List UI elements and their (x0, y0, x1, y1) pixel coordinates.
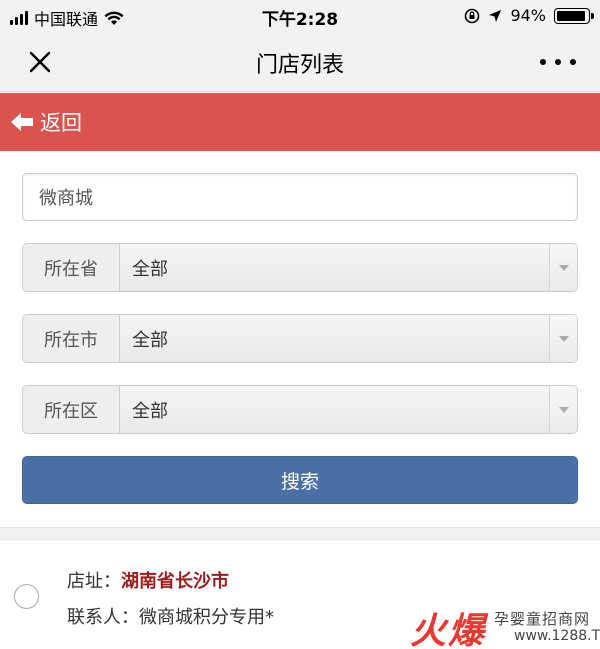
district-selected-value: 全部 (132, 400, 168, 422)
arrow-left-icon (11, 113, 33, 131)
store-contact: 微商城积分专用* (139, 607, 274, 628)
store-address-line: 店址：湖南省长沙市 (67, 567, 229, 593)
store-address: 湖南省长沙市 (121, 571, 229, 592)
more-icon[interactable] (540, 50, 576, 74)
status-right: 94% (464, 6, 594, 25)
back-label: 返回 (40, 111, 82, 135)
watermark-big-text: 火爆 (410, 611, 487, 649)
district-select-group: 所在区 全部 (22, 385, 578, 434)
back-button[interactable]: 返回 (10, 106, 82, 138)
province-select-group: 所在省 全部 (22, 243, 578, 292)
city-select[interactable]: 全部 (120, 315, 577, 362)
chevron-down-icon (549, 244, 577, 291)
district-select[interactable]: 全部 (120, 386, 577, 433)
province-selected-value: 全部 (132, 258, 168, 280)
watermark-logo: 火爆 孕婴童招商网 www.1288.TV (410, 602, 600, 649)
search-form: 所在省 全部 所在市 全部 所在区 全部 搜索 (22, 173, 578, 504)
watermark-url: www.1288.TV (514, 628, 600, 644)
store-contact-line: 联系人：微商城积分专用* (67, 603, 274, 629)
search-button[interactable]: 搜索 (22, 456, 578, 504)
search-input[interactable] (22, 173, 578, 221)
page-title: 门店列表 (255, 53, 344, 78)
district-label: 所在区 (23, 386, 120, 433)
rotation-lock-icon (465, 8, 480, 23)
contact-label: 联系人： (67, 607, 139, 628)
nav-bar: 门店列表 (0, 30, 600, 92)
address-label: 店址： (67, 571, 121, 592)
province-label: 所在省 (23, 244, 120, 291)
chevron-down-icon (549, 386, 577, 433)
province-select[interactable]: 全部 (120, 244, 577, 291)
watermark-top-text: 孕婴童招商网 (494, 610, 591, 628)
battery-percent: 94% (510, 6, 546, 25)
location-icon (489, 9, 502, 22)
city-label: 所在市 (23, 315, 120, 362)
chevron-down-icon (549, 315, 577, 362)
back-bar: 返回 (0, 93, 600, 151)
section-divider (0, 527, 600, 541)
battery-icon (554, 7, 594, 24)
store-radio[interactable] (14, 584, 39, 609)
close-icon[interactable] (22, 44, 58, 80)
city-select-group: 所在市 全部 (22, 314, 578, 363)
city-selected-value: 全部 (132, 329, 168, 351)
status-bar: 中国联通 下午2:28 94% (0, 0, 600, 30)
